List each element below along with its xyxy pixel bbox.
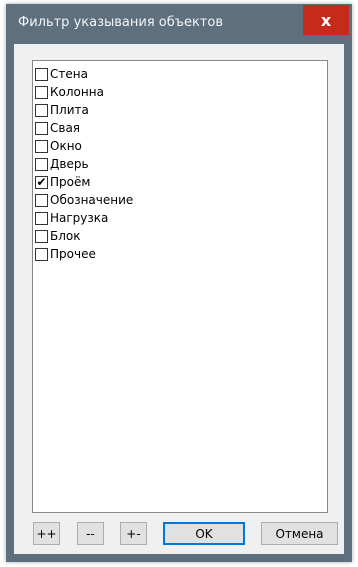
checkbox[interactable]	[35, 139, 48, 153]
dialog-body: Стена Колонна Плита Свая Окно Дверь ✔ Пр…	[14, 44, 344, 554]
list-item-other[interactable]: Прочее	[35, 245, 96, 263]
checkbox[interactable]: ✔	[35, 175, 48, 189]
cancel-button[interactable]: Отмена	[261, 522, 338, 545]
list-item-wall[interactable]: Стена	[35, 65, 88, 83]
close-icon: x	[320, 10, 332, 30]
object-type-list[interactable]: Стена Колонна Плита Свая Окно Дверь ✔ Пр…	[32, 60, 328, 513]
checkbox[interactable]	[35, 103, 48, 117]
list-item-block[interactable]: Блок	[35, 227, 81, 245]
checkbox[interactable]	[35, 247, 48, 261]
checkbox[interactable]	[35, 193, 48, 207]
close-button[interactable]: x	[303, 5, 349, 35]
list-item-annotation[interactable]: Обозначение	[35, 191, 133, 209]
invert-selection-button[interactable]: +-	[120, 522, 147, 545]
list-item-column[interactable]: Колонна	[35, 83, 104, 101]
list-item-label: Плита	[50, 103, 89, 117]
list-item-opening[interactable]: ✔ Проём	[35, 173, 90, 191]
checkbox[interactable]	[35, 85, 48, 99]
list-item-slab[interactable]: Плита	[35, 101, 89, 119]
dialog-title: Фильтр указывания объектов	[18, 15, 223, 30]
checkbox[interactable]	[35, 211, 48, 225]
filter-dialog: Фильтр указывания объектов x Стена Колон…	[6, 4, 352, 562]
select-all-button[interactable]: ++	[33, 522, 60, 545]
list-item-label: Нагрузка	[50, 211, 109, 225]
list-item-label: Прочее	[50, 247, 96, 261]
list-item-label: Обозначение	[50, 193, 134, 207]
list-item-label: Стена	[50, 67, 88, 81]
ok-button[interactable]: OK	[163, 522, 245, 545]
list-item-window[interactable]: Окно	[35, 137, 82, 155]
list-item-pile[interactable]: Свая	[35, 119, 80, 137]
list-item-label: Дверь	[50, 157, 89, 171]
checkbox[interactable]	[35, 121, 48, 135]
list-item-load[interactable]: Нагрузка	[35, 209, 108, 227]
deselect-all-button[interactable]: --	[77, 522, 104, 545]
list-item-label: Колонна	[50, 85, 104, 99]
checkbox[interactable]	[35, 67, 48, 81]
checkbox[interactable]	[35, 229, 48, 243]
checkbox[interactable]	[35, 157, 48, 171]
list-item-label: Свая	[50, 121, 81, 135]
list-item-label: Проём	[50, 175, 91, 189]
list-item-label: Окно	[50, 139, 82, 153]
checkmark-icon: ✔	[36, 175, 47, 189]
title-bar[interactable]: Фильтр указывания объектов x	[6, 4, 352, 44]
list-item-door[interactable]: Дверь	[35, 155, 89, 173]
list-item-label: Блок	[50, 229, 81, 243]
